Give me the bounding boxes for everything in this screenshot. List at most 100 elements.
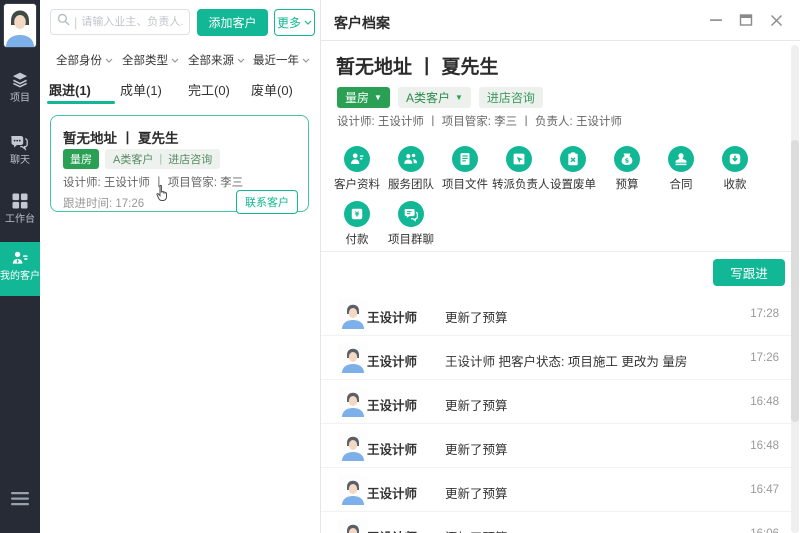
chevron-down-icon [237,58,245,63]
avatar [338,343,368,373]
filter-time-range[interactable]: 最近一年 [253,52,310,68]
sidebar-item-projects[interactable]: 项目 [0,68,40,105]
activity-content: 更新了预算 [445,439,508,458]
sidebar-item-my-customers[interactable]: 我的客户 [0,242,40,296]
action-grid: 客户资料 服务团队 [330,146,774,256]
customer-card-title: 暂无地址 丨 夏先生 [63,127,179,147]
customer-name-title: 暂无地址 丨 夏先生 [336,52,499,79]
activity-time: 16:47 [750,484,779,496]
action-group-chat[interactable]: 项目群聊 [384,201,438,247]
close-icon[interactable] [766,10,786,30]
action-budget[interactable]: $ 预算 [600,146,654,192]
type-dropdown[interactable]: A类客户 ▼ [398,87,471,108]
more-button[interactable]: 更多 [274,9,315,36]
write-followup-button[interactable]: 写跟进 [713,259,785,286]
tab-bar: 跟进(1) 成单(1) 完工(0) 废单(0) [40,80,321,104]
filter-label: 最近一年 [253,52,299,68]
add-customer-button[interactable]: 添加客户 [197,9,268,36]
chevron-down-icon [302,58,310,63]
action-void-order[interactable]: 设置废单 [546,146,600,192]
scrollbar-thumb[interactable] [791,140,799,422]
customer-list-panel: | 添加客户 更多 全部身份 全部类型 全部来源 最近一年 [40,0,321,533]
chat-icon [0,132,40,154]
scrollbar-track[interactable] [791,45,799,533]
layers-icon [0,70,40,92]
customer-card-tags: 量房 A类客户 | 进店咨询 [63,149,220,169]
activity-content: 王设计师 把客户状态: 项目施工 更改为 量房 [445,351,687,370]
type-label: A类客户 [406,89,450,106]
sidebar-item-chat[interactable]: 聊天 [0,130,40,167]
action-transfer-owner[interactable]: 转派负责人 [492,146,546,192]
action-label: 客户资料 [330,176,384,192]
avatar [338,519,368,533]
activity-row: 王设计师 更新了预算 16:48 [321,424,791,468]
hamburger-icon[interactable] [11,492,29,511]
chevron-down-icon [304,20,312,25]
pay-icon: ¥ [344,201,370,227]
project-file-icon [452,146,478,172]
activity-time: 16:48 [750,440,779,452]
activity-user: 王设计师 [367,439,417,458]
active-tab-indicator [47,101,115,104]
source-badge: 进店咨询 [168,151,212,167]
activity-time: 17:26 [750,352,779,364]
receive-payment-icon [722,146,748,172]
source-badge: 进店咨询 [479,87,543,108]
sidebar-item-label: 我的客户 [0,271,40,282]
action-label: 转派负责人 [492,176,546,192]
detail-panel-header: 客户档案 [321,0,800,41]
follow-time-value: 17:26 [115,198,144,210]
section-divider [321,251,791,252]
user-avatar[interactable] [3,3,37,48]
badge-divider: | [159,153,162,165]
activity-content: 更新了预算 [445,483,508,502]
customer-info-icon [344,146,370,172]
activity-row: 王设计师 更新了预算 16:48 [321,380,791,424]
sidebar-item-workbench[interactable]: 工作台 [0,189,40,226]
activity-user: 王设计师 [367,483,417,502]
minimize-icon[interactable] [706,10,726,30]
activity-time: 17:28 [750,308,779,320]
action-receive-payment[interactable]: 收款 [708,146,762,192]
status-dropdown[interactable]: 量房 ▼ [337,87,390,108]
contact-customer-button[interactable]: 联系客户 [236,190,298,214]
grid-icon [0,191,40,213]
type-badge: A类客户 [113,151,153,167]
tab-closed-deal[interactable]: 成单(1) [120,80,162,99]
avatar [338,299,368,329]
sidebar: 项目 聊天 [0,0,40,533]
filter-source[interactable]: 全部来源 [188,52,245,68]
activity-user: 王设计师 [367,395,417,414]
activity-row: 王设计师 添加了预算 16:06 [321,512,791,533]
action-label: 项目群聊 [384,231,438,247]
tab-completed[interactable]: 完工(0) [188,80,230,99]
tab-following[interactable]: 跟进(1) [49,80,91,99]
activity-user: 王设计师 [367,307,417,326]
activity-time: 16:06 [750,528,779,533]
action-label: 项目文件 [438,176,492,192]
action-contract[interactable]: 合同 [654,146,708,192]
action-pay[interactable]: ¥ 付款 [330,201,384,247]
activity-user: 王设计师 [367,527,417,533]
customer-card[interactable]: 暂无地址 丨 夏先生 量房 A类客户 | 进店咨询 设计师: 王设计师 丨 项目… [50,115,309,212]
tab-void[interactable]: 废单(0) [251,80,293,99]
more-button-label: 更多 [277,14,301,31]
maximize-icon[interactable] [736,10,756,30]
filter-type[interactable]: 全部类型 [122,52,179,68]
void-order-icon [560,146,586,172]
action-project-file[interactable]: 项目文件 [438,146,492,192]
activity-content: 添加了预算 [445,527,508,533]
action-customer-info[interactable]: 客户资料 [330,146,384,192]
search-input[interactable] [81,16,183,28]
action-service-team[interactable]: 服务团队 [384,146,438,192]
follow-time-label: 跟进时间: [63,198,115,210]
filter-identity[interactable]: 全部身份 [56,52,113,68]
service-team-icon [398,146,424,172]
search-box[interactable]: | [50,9,190,35]
activity-feed: 王设计师 更新了预算 17:28 王设计师 王设计师 把客户状态: 项目施工 更… [321,292,791,533]
chevron-down-icon [105,58,113,63]
avatar [338,475,368,505]
customer-person-icon [0,248,40,270]
group-chat-icon [398,201,424,227]
detail-tags: 量房 ▼ A类客户 ▼ 进店咨询 [337,87,543,108]
